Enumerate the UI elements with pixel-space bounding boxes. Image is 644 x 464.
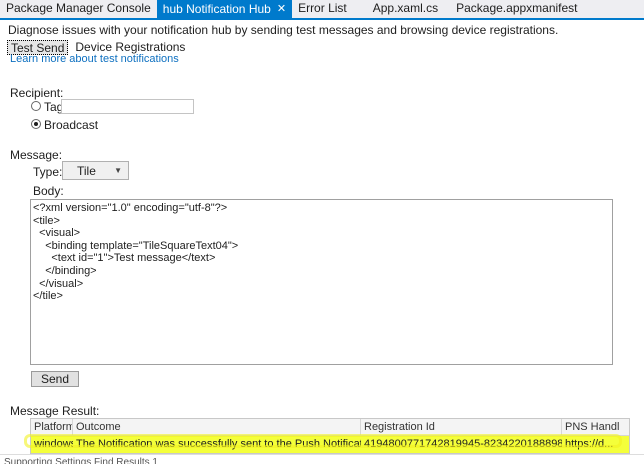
hub-description: Diagnose issues with your notification h…	[8, 23, 559, 37]
send-button[interactable]: Send	[31, 371, 79, 387]
body-label: Body:	[33, 184, 64, 198]
tab-app-xaml-cs[interactable]: App.xaml.cs	[367, 0, 444, 18]
tab-error-list[interactable]: Error List	[292, 0, 353, 18]
message-label: Message:	[10, 148, 63, 162]
divider	[0, 454, 644, 455]
tab-notification-hub[interactable]: hub Notification Hub ✕	[156, 0, 293, 18]
recipient-label: Recipient:	[10, 86, 64, 100]
learn-more-link[interactable]: Learn more about test notifications	[10, 53, 179, 65]
bottom-tool-tabs: Supporting Settings Find Results 1	[4, 457, 158, 464]
tab-notification-hub-label: hub Notification Hub	[162, 1, 271, 16]
tab-package-appxmanifest[interactable]: Package.appxmanifest	[450, 0, 583, 18]
chevron-down-icon: ▼	[114, 166, 122, 175]
highlight-marker	[24, 434, 622, 448]
body-editor[interactable]: <?xml version="1.0" encoding="utf-8"?> <…	[30, 199, 613, 365]
document-tab-bar: Package Manager Console hub Notification…	[0, 0, 644, 20]
broadcast-label: Broadcast	[44, 118, 99, 132]
tag-input[interactable]	[61, 99, 194, 114]
tag-radio[interactable]	[31, 101, 41, 111]
type-select[interactable]: Tile ▼	[62, 161, 129, 180]
broadcast-radio[interactable]	[31, 119, 41, 129]
type-label: Type:	[33, 165, 63, 179]
tab-package-manager-console[interactable]: Package Manager Console	[0, 0, 157, 18]
type-select-value: Tile	[77, 163, 96, 178]
close-icon[interactable]: ✕	[277, 1, 286, 18]
message-result-label: Message Result:	[10, 404, 100, 418]
